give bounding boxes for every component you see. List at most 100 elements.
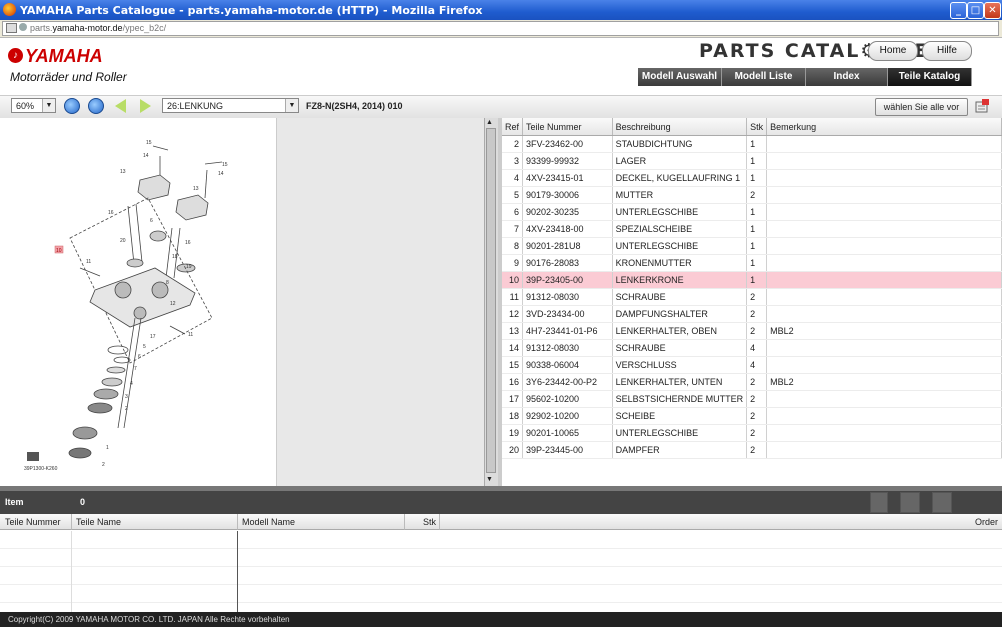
cell-remark: MBL2 — [766, 322, 1002, 340]
copyright-footer: Copyright(C) 2009 YAMAHA MOTOR CO. LTD. … — [0, 612, 1002, 627]
cell-remark — [766, 152, 1002, 170]
zoom-out-icon[interactable] — [88, 98, 104, 114]
order-row[interactable] — [0, 585, 1002, 603]
cell-qty: 1 — [746, 220, 768, 238]
next-arrow-icon[interactable] — [140, 99, 151, 113]
order-col-order[interactable]: Order — [440, 514, 1002, 530]
url-text[interactable]: parts.yamaha-motor.de/ypec_b2c/ — [30, 23, 166, 33]
order-col-part-name[interactable]: Teile Name — [72, 514, 238, 530]
cell-qty: 2 — [746, 305, 768, 323]
maximize-button[interactable]: □ — [967, 2, 984, 19]
cell-part-number: 90201-281U8 — [522, 237, 613, 255]
table-row[interactable]: 9 90176-28083 KRONENMUTTER 1 — [502, 254, 1002, 272]
cell-qty: 2 — [746, 390, 768, 408]
table-row[interactable]: 14 91312-08030 SCHRAUBE 4 — [502, 339, 1002, 357]
scrollbar-thumb[interactable] — [486, 128, 496, 473]
order-col-model-name[interactable]: Modell Name — [238, 514, 405, 530]
select-all-button[interactable]: wählen Sie alle vor — [875, 98, 968, 116]
table-row[interactable]: 8 90201-281U8 UNTERLEGSCHIBE 1 — [502, 237, 1002, 255]
tab-index[interactable]: Index — [806, 68, 888, 86]
col-part-number[interactable]: Teile Nummer — [522, 118, 613, 136]
cell-ref: 17 — [502, 390, 524, 408]
table-row[interactable]: 17 95602-10200 SELBSTSICHERNDE MUTTER 2 — [502, 390, 1002, 408]
cell-qty: 2 — [746, 288, 768, 306]
order-row[interactable] — [0, 531, 1002, 549]
section-select[interactable]: 26:LENKUNG ▼ — [162, 98, 299, 113]
cell-remark — [766, 271, 1002, 289]
table-row[interactable]: 5 90179-30006 MUTTER 2 — [502, 186, 1002, 204]
yamaha-logo[interactable]: YAMAHA — [25, 46, 103, 67]
cell-remark — [766, 135, 1002, 153]
tab-teile-katalog[interactable]: Teile Katalog — [888, 68, 972, 86]
zoom-in-icon[interactable] — [64, 98, 80, 114]
cell-part-number: 4H7-23441-01-P6 — [522, 322, 613, 340]
close-button[interactable]: ✕ — [984, 2, 1001, 19]
table-row[interactable]: 10 39P-23405-00 LENKERKRONE 1 — [502, 271, 1002, 289]
address-bar: parts.yamaha-motor.de/ypec_b2c/ — [0, 20, 1002, 38]
svg-text:11: 11 — [188, 332, 193, 338]
cell-part-number: 90179-30006 — [522, 186, 613, 204]
site-subtitle: Motorräder und Roller — [10, 70, 127, 84]
svg-text:10: 10 — [56, 248, 62, 254]
order-summary-bar: Item 0 — [0, 491, 1002, 514]
cell-remark — [766, 441, 1002, 459]
save-icon[interactable] — [932, 492, 952, 513]
tab-modell-liste[interactable]: Modell Liste — [722, 68, 806, 86]
cell-remark: MBL2 — [766, 373, 1002, 391]
table-row[interactable]: 16 3Y6-23442-00-P2 LENKERHALTER, UNTEN 2 MBL… — [502, 373, 1002, 391]
tab-modell-auswahl[interactable]: Modell Auswahl — [638, 68, 722, 86]
table-row[interactable]: 19 90201-10065 UNTERLEGSCHIBE 2 — [502, 424, 1002, 442]
table-row[interactable]: 12 3VD-23434-00 DAMPFUNGSHALTER 2 — [502, 305, 1002, 323]
add-to-cart-icon[interactable] — [974, 98, 991, 114]
cell-ref: 7 — [502, 220, 524, 238]
table-row[interactable]: 3 93399-99932 LAGER 1 — [502, 152, 1002, 170]
scroll-up-icon[interactable]: ▲ — [486, 119, 493, 126]
cell-ref: 2 — [502, 135, 524, 153]
exploded-diagram[interactable]: 15 14 13 15 14 13 16 16 6 20 18 19 11 8 12 11 17 5 6… — [0, 118, 277, 486]
cell-remark — [766, 220, 1002, 238]
cell-description: LAGER — [612, 152, 748, 170]
table-row[interactable]: 18 92902-10200 SCHEIBE 2 — [502, 407, 1002, 425]
previous-arrow-icon[interactable] — [115, 99, 126, 113]
order-col-part-number[interactable]: Teile Nummer — [0, 514, 72, 530]
col-remark[interactable]: Bemerkung — [766, 118, 1002, 136]
trash-icon[interactable] — [870, 492, 888, 513]
order-row[interactable] — [0, 549, 1002, 567]
table-row[interactable]: 11 91312-08030 SCHRAUBE 2 — [502, 288, 1002, 306]
cell-ref: 20 — [502, 441, 524, 459]
order-col-qty[interactable]: Stk — [405, 514, 440, 530]
table-row[interactable]: 15 90338-06004 VERSCHLUSS 4 — [502, 356, 1002, 374]
minimize-button[interactable]: _ — [950, 2, 967, 19]
print-icon[interactable] — [900, 492, 920, 513]
col-description[interactable]: Beschreibung — [612, 118, 748, 136]
column-divider — [237, 531, 238, 612]
steering-parts-drawing: 151413 151413 16166 201819 11812 11175 6… — [24, 140, 228, 472]
cell-ref: 10 — [502, 271, 524, 289]
table-row[interactable]: 13 4H7-23441-01-P6 LENKERHALTER, OBEN 2 MBL2 — [502, 322, 1002, 340]
cell-remark — [766, 356, 1002, 374]
cell-ref: 19 — [502, 424, 524, 442]
cell-description: DAMPFUNGSHALTER — [612, 305, 748, 323]
svg-text:18: 18 — [172, 254, 178, 260]
cell-description: VERSCHLUSS — [612, 356, 748, 374]
table-row[interactable]: 7 4XV-23418-00 SPEZIALSCHEIBE 1 — [502, 220, 1002, 238]
cell-description: DAMPFER — [612, 441, 748, 459]
col-qty[interactable]: Stk — [746, 118, 768, 136]
cell-part-number: 4XV-23418-00 — [522, 220, 613, 238]
home-button[interactable]: Home — [868, 41, 918, 61]
table-row[interactable]: 4 4XV-23415-01 DECKEL, KUGELLAUFRING 11 — [502, 169, 1002, 187]
cell-remark — [766, 169, 1002, 187]
zoom-select[interactable]: 60% ▼ — [11, 98, 56, 113]
scroll-down-icon[interactable]: ▼ — [486, 476, 493, 483]
cell-part-number: 3FV-23462-00 — [522, 135, 613, 153]
table-row[interactable]: 6 90202-30235 UNTERLEGSCHIBE 1 — [502, 203, 1002, 221]
svg-text:3: 3 — [125, 394, 128, 400]
cell-description: UNTERLEGSCHIBE — [612, 203, 748, 221]
col-ref[interactable]: Ref — [502, 118, 524, 136]
table-row[interactable]: 20 39P-23445-00 DAMPFER 2 — [502, 441, 1002, 459]
help-button[interactable]: Hilfe — [922, 41, 972, 61]
svg-text:6: 6 — [150, 218, 153, 224]
order-row[interactable] — [0, 567, 1002, 585]
cell-remark — [766, 407, 1002, 425]
table-row[interactable]: 2 3FV-23462-00 STAUBDICHTUNG 1 — [502, 135, 1002, 153]
